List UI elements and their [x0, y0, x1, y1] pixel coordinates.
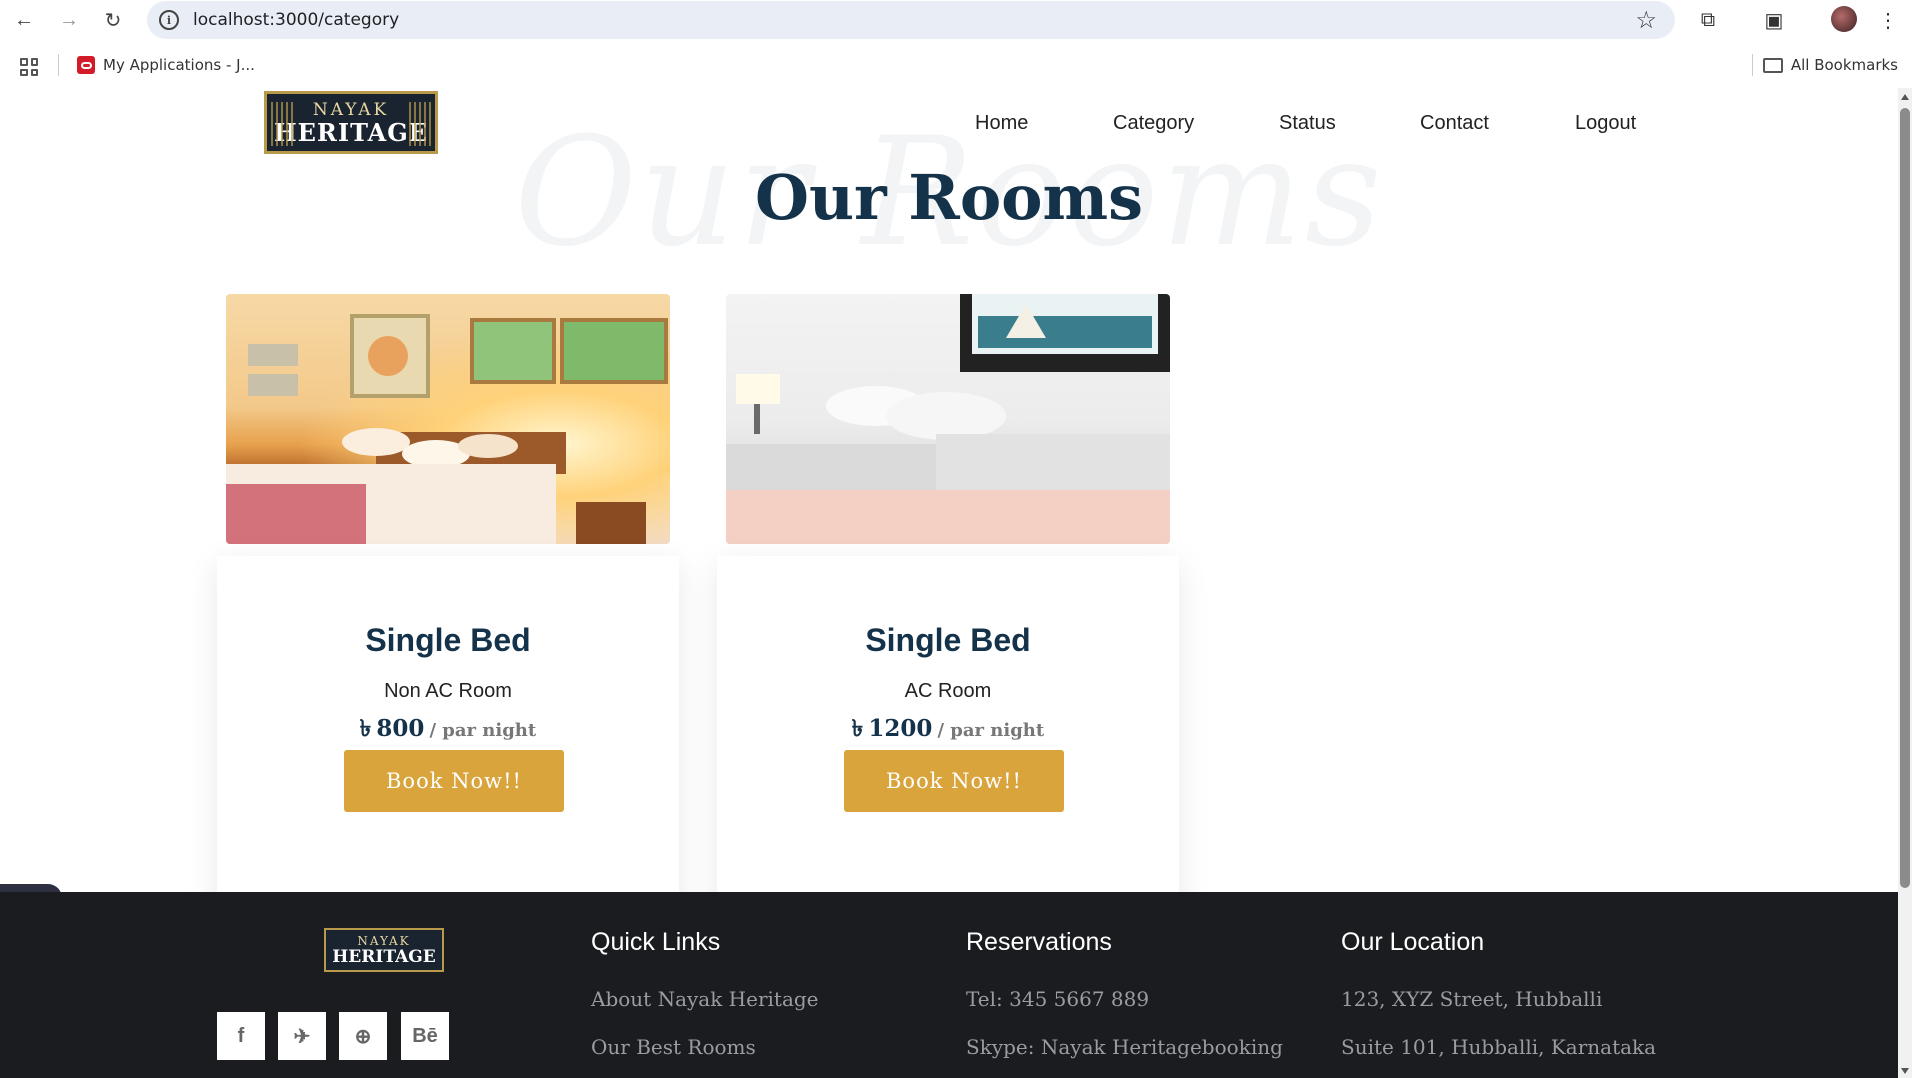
footer: NAYAK HERITAGE f ✈ ⊕ Bē Quick Links Abou… [0, 892, 1898, 1078]
footer-link[interactable]: About Nayak Heritage [591, 989, 819, 1009]
apps-grid-icon[interactable] [20, 58, 38, 76]
oracle-icon [77, 56, 95, 74]
browser-chrome: ← → ↻ i localhost:3000/category ☆ ⧉ ▣ ⋮ … [0, 0, 1912, 88]
bookmark-star-icon[interactable]: ☆ [1635, 6, 1657, 35]
price-unit: / par night [429, 720, 537, 741]
bookmark-separator [1752, 54, 1753, 76]
menu-kebab-icon[interactable]: ⋮ [1874, 6, 1902, 34]
page-viewport: NAYAK HERITAGE Home Category Status Cont… [0, 88, 1898, 1078]
room-type: Non AC Room [384, 680, 512, 702]
price-unit: / par night [937, 720, 1045, 741]
logo-text-top: NAYAK [312, 99, 390, 120]
scroll-up-icon[interactable] [1901, 94, 1909, 100]
scroll-thumb[interactable] [1900, 108, 1910, 888]
reload-icon[interactable]: ↻ [99, 6, 127, 34]
room-image-art [726, 294, 1170, 544]
footer-text: Tel: 345 5667 889 [966, 987, 1150, 1011]
footer-text: Skype: Nayak Heritagebooking [966, 1035, 1283, 1059]
globe-icon[interactable]: ⊕ [339, 1012, 387, 1060]
book-now-button[interactable]: Book Now!! [844, 750, 1064, 812]
room-image [226, 294, 670, 544]
room-type: AC Room [904, 680, 992, 702]
profile-avatar[interactable] [1831, 6, 1857, 32]
bookmarks-bar: My Applications - J... All Bookmarks [0, 44, 1912, 84]
bookmark-my-applications[interactable]: My Applications - J... [77, 56, 255, 74]
all-bookmarks[interactable]: All Bookmarks [1762, 56, 1898, 74]
behance-icon[interactable]: Bē [401, 1012, 449, 1060]
address-bar-row: ← → ↻ i localhost:3000/category ☆ ⧉ ▣ ⋮ [0, 0, 1912, 40]
room-price: ৳ 800 / par night [217, 710, 679, 749]
room-card: Single Bed AC Room ৳ 1200 / par night Bo… [717, 556, 1179, 918]
room-price: ৳ 1200 / par night [717, 710, 1179, 749]
bookmark-separator [58, 54, 59, 76]
price-value: 800 [376, 715, 425, 742]
room-name: Single Bed [365, 622, 531, 658]
bookmark-label: My Applications - J... [103, 56, 255, 74]
footer-link[interactable]: Our Best Rooms [591, 1037, 819, 1057]
all-bookmarks-label: All Bookmarks [1790, 56, 1898, 74]
page-scrollbar[interactable] [1898, 88, 1912, 1078]
footer-heading: Reservations [966, 928, 1112, 956]
footer-logo-text-bottom: HERITAGE [332, 946, 436, 967]
forward-icon[interactable]: → [55, 6, 83, 34]
footer-quick-links: Quick Links About Nayak Heritage Our Bes… [591, 928, 819, 1078]
site-info-icon[interactable]: i [159, 10, 179, 30]
currency-symbol: ৳ [359, 715, 372, 742]
url-text[interactable]: localhost:3000/category [193, 10, 399, 30]
room-name: Single Bed [865, 622, 1031, 658]
footer-heading: Our Location [1341, 928, 1485, 956]
extensions-icon[interactable]: ⧉ [1694, 6, 1722, 34]
footer-heading: Quick Links [591, 928, 721, 956]
back-icon[interactable]: ← [10, 6, 38, 34]
price-value: 1200 [868, 715, 933, 742]
folder-icon [1762, 57, 1783, 73]
omnibox[interactable]: i localhost:3000/category ☆ [147, 1, 1675, 39]
twitter-icon[interactable]: ✈ [278, 1012, 326, 1060]
scroll-down-icon[interactable] [1901, 1068, 1909, 1074]
footer-location: Our Location 123, XYZ Street, Hubballi S… [1341, 928, 1656, 1078]
page-title: Our Rooms [754, 161, 1144, 234]
room-card: Single Bed Non AC Room ৳ 800 / par night… [217, 556, 679, 918]
room-image-art [226, 314, 668, 544]
screenshot-icon[interactable]: ▣ [1760, 6, 1788, 34]
room-image [726, 294, 1170, 544]
footer-reservations: Reservations Tel: 345 5667 889 Skype: Na… [966, 928, 1283, 1078]
footer-text: 123, XYZ Street, Hubballi [1341, 987, 1603, 1011]
facebook-icon[interactable]: f [217, 1012, 265, 1060]
book-now-button[interactable]: Book Now!! [344, 750, 564, 812]
footer-text: Suite 101, Hubballi, Karnataka [1341, 1035, 1657, 1059]
footer-logo[interactable]: NAYAK HERITAGE [324, 928, 444, 972]
currency-symbol: ৳ [851, 715, 864, 742]
footer-logo-text-top: NAYAK [357, 933, 411, 948]
